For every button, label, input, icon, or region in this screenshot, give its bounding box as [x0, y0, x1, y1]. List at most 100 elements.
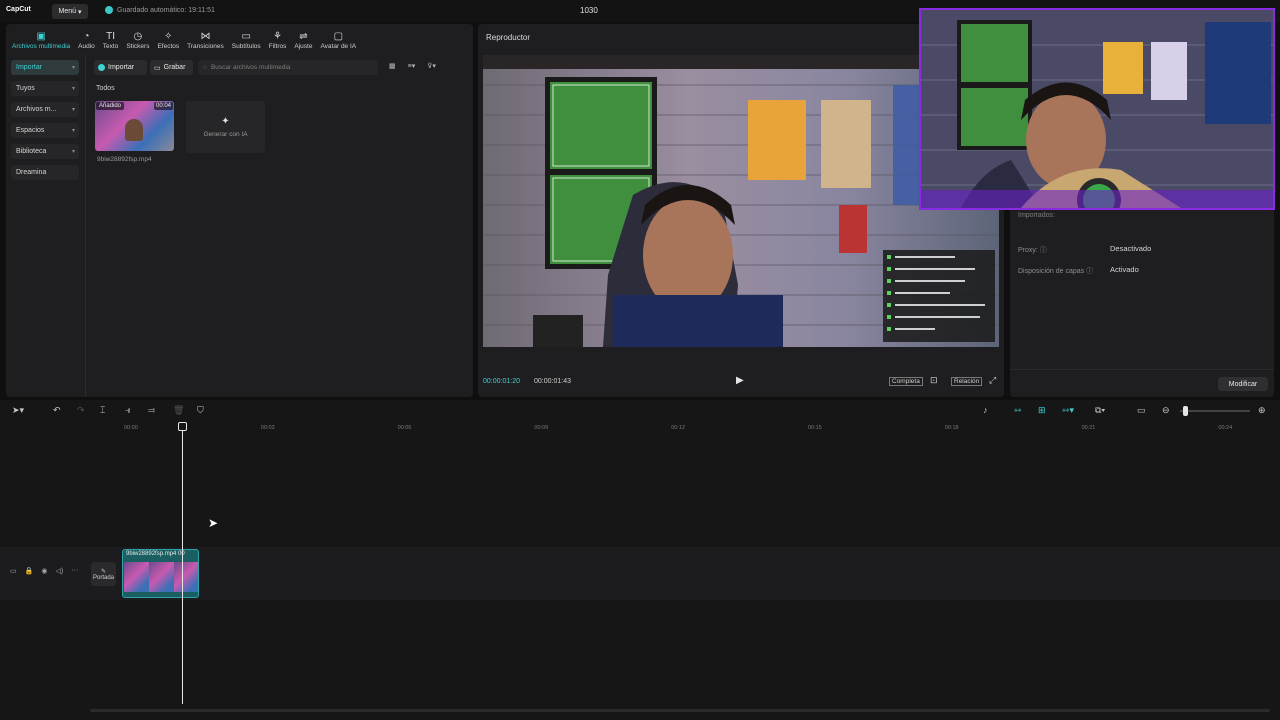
- side-nav-item[interactable]: Tuyos ▾: [11, 81, 79, 96]
- timeline-toolbar: ➤▾ ↶ ↷ ⌶ ⫣ ⫤ 🗑 ⛉ ♪ ⇿ ⊞ ⇿▾ ⧉▾ ▭ ⊖ ⊕: [0, 400, 1280, 422]
- tab-label: Avatar de IA: [320, 43, 357, 50]
- ruler-tick: 00:06: [397, 425, 412, 431]
- side-nav-item[interactable]: Espacios ▾: [11, 123, 79, 138]
- time-ruler[interactable]: 00:00 00:03 00:06 00:09 00:12 00:15 00:18 00:21…: [120, 422, 1280, 436]
- more-icon[interactable]: ···: [71, 567, 78, 575]
- sort-icon[interactable]: ≡▾: [408, 62, 416, 70]
- modify-button[interactable]: Modificar: [1218, 377, 1268, 391]
- app-logo: CapCut: [6, 6, 31, 13]
- view-controls: ▦ ≡▾ ⊽▾: [389, 62, 436, 70]
- tool-tab-5[interactable]: ⋈ Transiciones: [183, 24, 228, 50]
- ruler-tick: 00:12: [671, 425, 685, 431]
- video-clip[interactable]: 9biw28892fsp.mp4 00: [122, 549, 199, 598]
- trim-right-icon[interactable]: ⫤: [148, 405, 155, 416]
- fullscreen-icon[interactable]: ⤢: [989, 375, 996, 386]
- media-search-input[interactable]: ○ Buscar archivos multimedia: [198, 60, 378, 75]
- full-quality-button[interactable]: Completa: [889, 377, 923, 386]
- shield-icon[interactable]: ⛉: [197, 405, 204, 416]
- generate-ai-card[interactable]: ✦ Generar con IA: [186, 101, 265, 153]
- import-button[interactable]: Importar: [94, 60, 147, 75]
- delete-icon[interactable]: 🗑: [173, 405, 184, 416]
- undo-icon[interactable]: ↶: [53, 405, 61, 416]
- split-icon[interactable]: ⌶: [100, 405, 105, 416]
- plus-circle-icon: [98, 64, 105, 71]
- ratio-button[interactable]: Relación: [951, 377, 983, 386]
- lock-icon[interactable]: 🔒: [25, 567, 34, 575]
- camera-icon: ▭: [154, 64, 161, 72]
- trim-left-icon[interactable]: ⫣: [125, 405, 130, 416]
- total-time: 00:00:01:43: [534, 378, 571, 385]
- tab-icon: ◔: [83, 31, 90, 42]
- horizontal-scrollbar[interactable]: [90, 709, 1270, 712]
- tool-tab-3[interactable]: ◷ Stickers: [122, 24, 153, 50]
- select-tool-icon[interactable]: ➤▾: [12, 405, 24, 416]
- tab-label: Archivos multimedia: [12, 43, 71, 50]
- tab-label: Stickers: [126, 43, 150, 50]
- info-icon[interactable]: ⓘ: [1086, 268, 1093, 275]
- tool-tab-4[interactable]: ✧ Efectos: [153, 24, 183, 50]
- import-label: Importar: [108, 64, 135, 71]
- sparkle-icon: ✦: [221, 116, 230, 127]
- audio-icon[interactable]: ◁): [55, 567, 63, 575]
- redo-icon[interactable]: ↷: [77, 405, 85, 416]
- side-nav-item[interactable]: Dreamina: [11, 165, 79, 180]
- proxy-value: Desactivado: [1110, 244, 1152, 253]
- tool-tab-9[interactable]: ▢ Avatar de IA: [316, 24, 360, 50]
- side-nav-item[interactable]: Importar ▾: [11, 60, 79, 75]
- side-nav-label: Espacios: [16, 127, 45, 134]
- duration-badge: 00:04: [153, 102, 173, 110]
- side-nav-label: Tuyos: [16, 85, 35, 92]
- record-button[interactable]: ▭ Grabar: [150, 60, 193, 75]
- tab-label: Efectos: [157, 43, 180, 50]
- crop-icon[interactable]: ⊡: [930, 375, 938, 386]
- info-icon[interactable]: ⓘ: [1040, 247, 1047, 254]
- tab-icon: ▢: [333, 31, 344, 42]
- magnet-icon[interactable]: ⊞: [1038, 405, 1046, 416]
- autosave-text: Guardado automático: 19:11:51: [117, 6, 215, 14]
- divider: [1010, 369, 1274, 370]
- tool-tab-7[interactable]: ⚘ Filtros: [265, 24, 291, 50]
- tab-icon: ▣: [36, 31, 46, 42]
- chevron-down-icon: ▾: [71, 86, 75, 92]
- thumbnail-image: [125, 119, 143, 141]
- project-title[interactable]: 1030: [580, 6, 598, 15]
- autosave-status: Guardado automático: 19:11:51: [105, 6, 215, 14]
- chevron-down-icon: ▾: [78, 8, 82, 16]
- search-icon: ○: [203, 64, 207, 71]
- filter-icon[interactable]: ⊽▾: [427, 62, 436, 70]
- menu-button[interactable]: Menú ▾: [52, 4, 88, 19]
- playhead[interactable]: [182, 424, 183, 704]
- side-nav-item[interactable]: Archivos m... ▾: [11, 102, 79, 117]
- tool-tab-8[interactable]: ⇌ Ajuste: [290, 24, 316, 50]
- playhead-handle[interactable]: [178, 422, 187, 431]
- tool-tab-1[interactable]: ◔ Audio: [74, 24, 99, 50]
- media-thumbnail[interactable]: Añadido 00:04: [95, 101, 174, 151]
- caption-icon[interactable]: ▭: [1137, 405, 1146, 416]
- tab-label: Filtros: [268, 43, 287, 50]
- zoom-out-icon[interactable]: ⊖: [1162, 405, 1170, 416]
- tool-tab-0[interactable]: ▣ Archivos multimedia: [8, 24, 74, 50]
- tool-tabs: ▣ Archivos multimedia ◔ Audio TI Texto ◷ Sticke…: [6, 24, 473, 52]
- chevron-down-icon: ▾: [71, 65, 75, 71]
- zoom-slider[interactable]: [1180, 410, 1250, 412]
- grid-view-icon[interactable]: ▦: [389, 62, 396, 70]
- zoom-slider-handle[interactable]: [1183, 406, 1188, 416]
- track-preview-icon[interactable]: ▭: [10, 567, 17, 575]
- side-nav-label: Importar: [16, 64, 43, 71]
- tab-label: Audio: [78, 43, 95, 50]
- side-nav-item[interactable]: Biblioteca ▾: [11, 144, 79, 159]
- cover-button[interactable]: ✎ Portada: [91, 562, 116, 586]
- cover-label: Portada: [92, 574, 114, 581]
- tool-tab-6[interactable]: ▭ Subtítulos: [228, 24, 265, 50]
- side-nav-label: Biblioteca: [16, 148, 47, 155]
- preview-axis-icon[interactable]: ⧉▾: [1095, 405, 1105, 416]
- tool-tab-2[interactable]: TI Texto: [99, 24, 123, 50]
- microphone-icon[interactable]: ♪: [983, 405, 988, 415]
- link-icon[interactable]: ⇿: [1014, 405, 1022, 416]
- play-icon[interactable]: ▶: [736, 375, 744, 386]
- eye-icon[interactable]: ◉: [41, 567, 47, 575]
- section-all-label: Todos: [96, 85, 115, 92]
- snap-icon[interactable]: ⇿▾: [1062, 405, 1074, 416]
- zoom-in-icon[interactable]: ⊕: [1258, 405, 1266, 416]
- tab-icon: ◷: [133, 31, 143, 42]
